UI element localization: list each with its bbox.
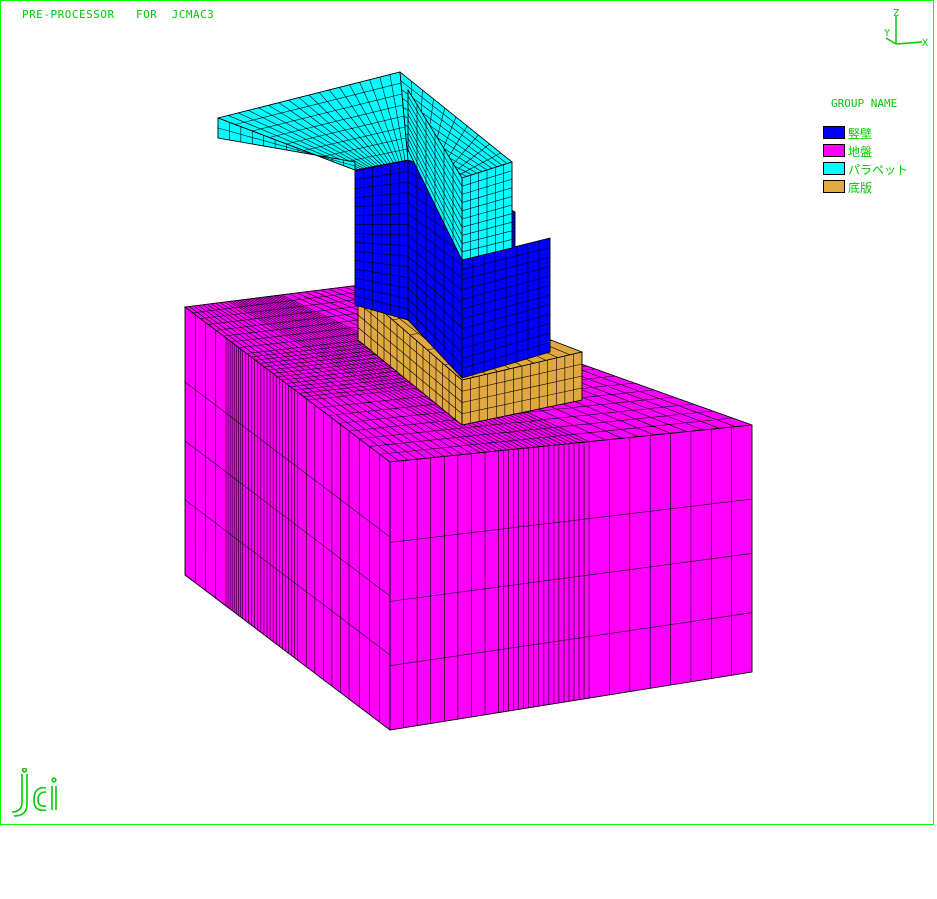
- parapet-top-face: [216, 71, 409, 171]
- mesh-viewport[interactable]: [0, 0, 937, 830]
- jci-logo: [11, 768, 57, 817]
